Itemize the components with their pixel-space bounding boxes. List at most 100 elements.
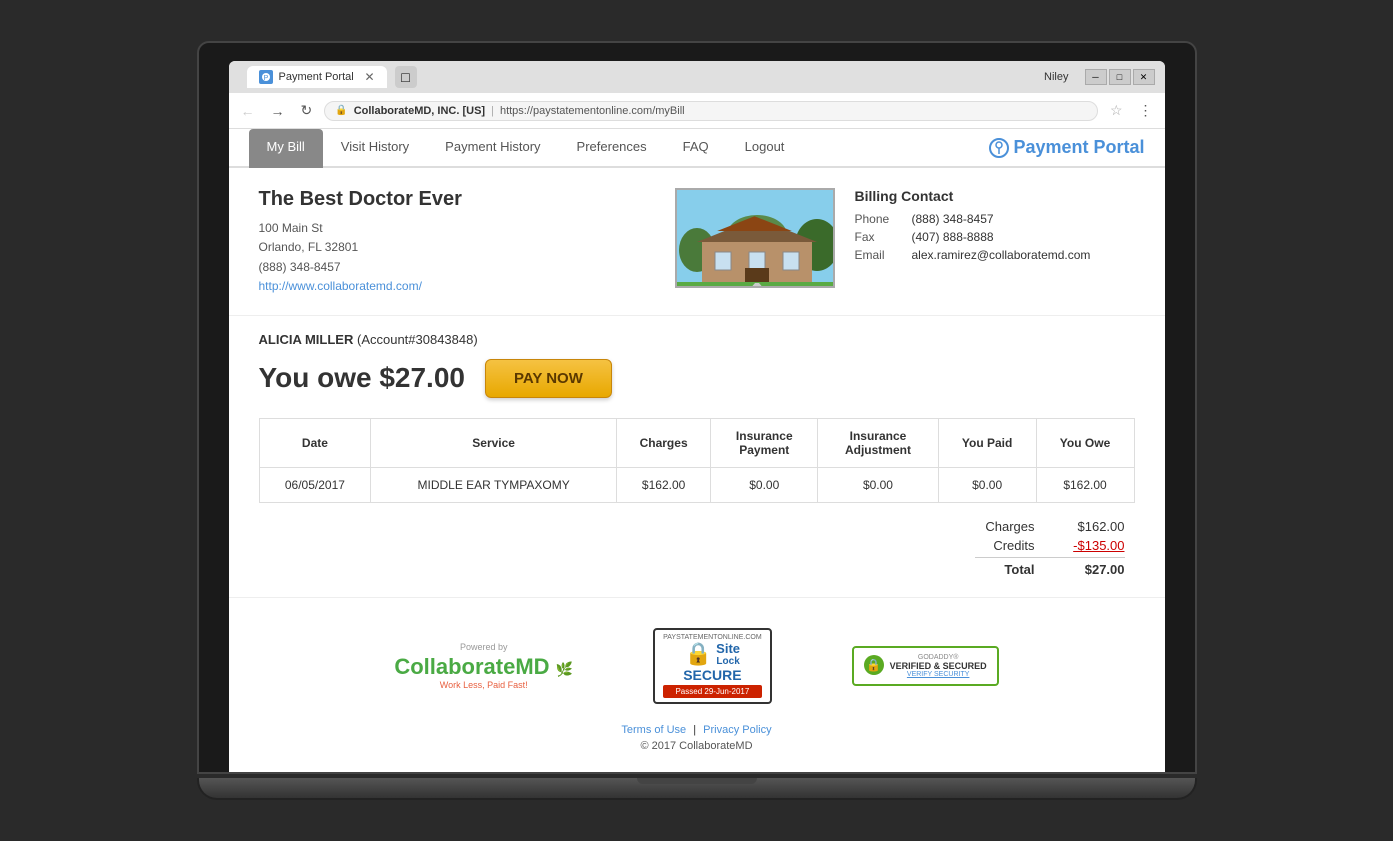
collaborate-tagline: Work Less, Paid Fast!: [394, 680, 573, 690]
table-row: 06/05/2017 MIDDLE EAR TYMPAXOMY $162.00 …: [259, 467, 1134, 502]
practice-website[interactable]: http://www.collaboratemd.com/: [259, 279, 422, 293]
maximize-button[interactable]: □: [1109, 69, 1131, 85]
godaddy-badge[interactable]: 🔒 GODADDY® VERIFIED & SECURED VERIFY SEC…: [852, 646, 999, 686]
col-charges: Charges: [616, 418, 710, 467]
minimize-button[interactable]: ─: [1085, 69, 1107, 85]
pay-now-button[interactable]: PAY NOW: [485, 359, 612, 398]
cell-date: 06/05/2017: [259, 467, 371, 502]
browser-menu-button[interactable]: ⋮: [1135, 100, 1157, 121]
tab-faq[interactable]: FAQ: [665, 129, 727, 168]
tab-payment-history[interactable]: Payment History: [427, 129, 558, 168]
godaddy-verify-link[interactable]: VERIFY SECURITY: [890, 671, 987, 678]
practice-info: The Best Doctor Ever 100 Main St Orlando…: [259, 188, 655, 295]
address-url: https://paystatementonline.com/myBill: [500, 105, 685, 117]
summary-grid: Charges $162.00 Credits -$135.00 Total $…: [975, 519, 1125, 581]
terms-link[interactable]: Terms of Use: [621, 724, 686, 736]
sitelock-lock-icon: 🔒: [685, 641, 712, 667]
laptop-shell: P Payment Portal ✕ □ Niley ─ □ ✕ ← → ↻: [197, 41, 1197, 800]
screen-bezel: P Payment Portal ✕ □ Niley ─ □ ✕ ← → ↻: [197, 41, 1197, 774]
browser-chrome: P Payment Portal ✕ □ Niley ─ □ ✕ ← → ↻: [229, 61, 1165, 772]
window-controls: ─ □ ✕: [1085, 69, 1155, 85]
billing-phone-value: (888) 348-8457: [912, 212, 994, 226]
close-button[interactable]: ✕: [1133, 69, 1155, 85]
address-line2: Orlando, FL 32801: [259, 238, 655, 257]
collaborate-name: CollaborateMD 🌿: [394, 654, 573, 680]
patient-name: ALICIA MILLER: [259, 332, 354, 347]
footer-logos: Powered by CollaborateMD 🌿 Work Less, Pa…: [249, 628, 1145, 704]
browser-user-name: Niley: [1044, 71, 1068, 83]
collaborate-name-part1: Collaborate: [394, 654, 515, 679]
col-you-paid: You Paid: [938, 418, 1036, 467]
tab-visit-history[interactable]: Visit History: [323, 129, 427, 168]
billing-fax-value: (407) 888-8888: [912, 230, 994, 244]
summary-total-row: Total $27.00: [975, 557, 1125, 577]
summary-charges-value: $162.00: [1055, 519, 1125, 534]
tab-title: Payment Portal: [279, 71, 354, 83]
summary-credits-value: -$135.00: [1055, 538, 1125, 553]
account-number: 30843848: [416, 332, 474, 347]
sitelock-badge[interactable]: PAYSTATEMENTONLINE.COM 🔒 Site Lock SECUR…: [653, 628, 772, 704]
footer-copyright: © 2017 CollaborateMD: [249, 740, 1145, 752]
godaddy-verified-text: VERIFIED & SECURED: [890, 661, 987, 671]
address-separator: |: [491, 105, 494, 117]
cell-you-paid: $0.00: [938, 467, 1036, 502]
tab-my-bill[interactable]: My Bill: [249, 129, 323, 168]
laptop-bottom: [197, 778, 1197, 800]
bill-summary: Charges $162.00 Credits -$135.00 Total $…: [259, 519, 1135, 581]
address-line1: 100 Main St: [259, 219, 655, 238]
cell-service: MIDDLE EAR TYMPAXOMY: [371, 467, 617, 502]
summary-credits-label: Credits: [975, 538, 1035, 553]
summary-total-value: $27.00: [1055, 562, 1125, 577]
sitelock-lock-text: Lock: [716, 656, 740, 667]
cell-insurance-payment: $0.00: [711, 467, 818, 502]
page-footer: Powered by CollaborateMD 🌿 Work Less, Pa…: [229, 597, 1165, 772]
sitelock-domain: PAYSTATEMENTONLINE.COM: [663, 634, 762, 641]
tab-close-button[interactable]: ✕: [364, 70, 374, 84]
powered-by-text: Powered by: [394, 642, 573, 652]
footer-separator: |: [693, 724, 696, 736]
refresh-button[interactable]: ↻: [297, 100, 317, 121]
billing-phone-row: Phone (888) 348-8457: [855, 212, 1135, 226]
sitelock-passed-text: Passed 29-Jun-2017: [663, 685, 762, 698]
billing-email-label: Email: [855, 248, 900, 262]
address-bar[interactable]: 🔒 CollaborateMD, INC. [US] | https://pay…: [324, 101, 1098, 121]
forward-button[interactable]: →: [267, 101, 289, 121]
back-button[interactable]: ←: [237, 101, 259, 121]
sitelock-site-text: Site: [716, 641, 740, 656]
col-insurance-adjustment: InsuranceAdjustment: [818, 418, 938, 467]
address-origin: CollaborateMD, INC. [US]: [354, 105, 485, 117]
browser-addressbar: ← → ↻ 🔒 CollaborateMD, INC. [US] | https…: [229, 93, 1165, 129]
summary-charges-row: Charges $162.00: [975, 519, 1125, 534]
billing-fax-label: Fax: [855, 230, 900, 244]
billing-contact-title: Billing Contact: [855, 188, 1135, 204]
collaborate-leaf-icon: 🌿: [556, 661, 573, 677]
cell-insurance-adjustment: $0.00: [818, 467, 938, 502]
table-header-row: Date Service Charges InsurancePayment In…: [259, 418, 1134, 467]
tab-logout[interactable]: Logout: [727, 129, 803, 168]
cell-charges: $162.00: [616, 467, 710, 502]
portal-logo-icon: [989, 138, 1009, 158]
tab-preferences[interactable]: Preferences: [559, 129, 665, 168]
summary-credits-row: Credits -$135.00: [975, 538, 1125, 553]
col-service: Service: [371, 418, 617, 467]
godaddy-icon: 🔒: [864, 655, 884, 675]
portal-logo: Payment Portal: [989, 129, 1144, 166]
portal-logo-text: Payment Portal: [1013, 137, 1144, 158]
summary-total-label: Total: [975, 562, 1035, 577]
page-content: My Bill Visit History Payment History Pr…: [229, 129, 1165, 772]
billing-phone-label: Phone: [855, 212, 900, 226]
new-tab-button[interactable]: □: [395, 66, 417, 88]
bookmark-button[interactable]: ☆: [1106, 100, 1127, 121]
browser-tab[interactable]: P Payment Portal ✕: [247, 66, 387, 88]
godaddy-brand: GODADDY®: [890, 654, 987, 661]
security-lock-icon: 🔒: [335, 105, 347, 116]
account-number-label: Account#: [361, 332, 415, 347]
tab-favicon: P: [259, 70, 273, 84]
you-owe-section: You owe $27.00 PAY NOW: [259, 359, 1135, 398]
billing-email-row: Email alex.ramirez@collaboratemd.com: [855, 248, 1135, 262]
col-date: Date: [259, 418, 371, 467]
practice-image: [675, 188, 835, 288]
col-insurance-payment: InsurancePayment: [711, 418, 818, 467]
billing-contact: Billing Contact Phone (888) 348-8457 Fax…: [855, 188, 1135, 295]
privacy-link[interactable]: Privacy Policy: [703, 724, 771, 736]
